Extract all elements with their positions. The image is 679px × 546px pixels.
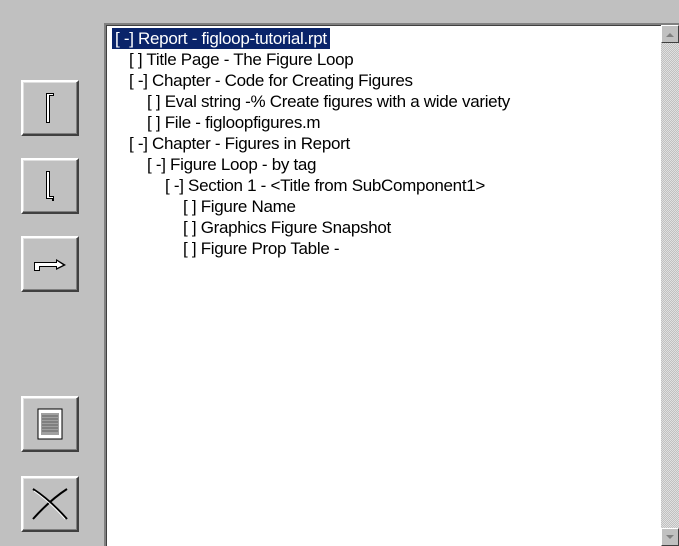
tree-item[interactable]: [ -] Section 1 - <Title from SubComponen… — [110, 175, 657, 196]
properties-button[interactable] — [21, 396, 79, 452]
tree-item-label: [ -] Report - figloop-tutorial.rpt — [112, 28, 330, 49]
tree-item[interactable]: [ -] Report - figloop-tutorial.rpt — [110, 28, 657, 49]
tree-item-label: [ ] File - figloopfigures.m — [147, 113, 321, 132]
tree-item[interactable]: [ -] Chapter - Code for Creating Figures — [110, 70, 657, 91]
move-down-icon — [46, 171, 54, 201]
move-up-icon — [46, 93, 54, 123]
tree-item[interactable]: [ ] Figure Prop Table - — [110, 238, 657, 259]
indent-button[interactable] — [21, 236, 79, 292]
report-tree: [ -] Report - figloop-tutorial.rpt[ ] Ti… — [110, 28, 657, 259]
tree-item[interactable]: [ -] Chapter - Figures in Report — [110, 133, 657, 154]
outline-toolbar — [0, 0, 98, 546]
report-outline-list[interactable]: [ -] Report - figloop-tutorial.rpt[ ] Ti… — [104, 23, 679, 546]
delete-icon — [32, 488, 68, 520]
scroll-down-icon — [666, 534, 674, 539]
scroll-up-button[interactable] — [661, 25, 679, 43]
tree-item-label: [ ] Figure Prop Table - — [183, 239, 340, 258]
tree-item[interactable]: [ ] Title Page - The Figure Loop — [110, 49, 657, 70]
tree-item[interactable]: [ -] Figure Loop - by tag — [110, 154, 657, 175]
tree-item-label: [ ] Eval string -% Create figures with a… — [147, 92, 510, 111]
delete-button[interactable] — [21, 476, 79, 532]
properties-icon — [37, 408, 63, 440]
tree-item-label: [ ] Graphics Figure Snapshot — [183, 218, 391, 237]
tree-item[interactable]: [ ] Graphics Figure Snapshot — [110, 217, 657, 238]
move-up-button[interactable] — [21, 80, 79, 136]
tree-item-label: [ ] Title Page - The Figure Loop — [129, 50, 354, 69]
scroll-up-icon — [666, 32, 674, 37]
scroll-down-button[interactable] — [661, 528, 679, 546]
tree-item[interactable]: [ ] File - figloopfigures.m — [110, 112, 657, 133]
tree-item-label: [ ] Figure Name — [183, 197, 296, 216]
tree-item-label: [ -] Section 1 - <Title from SubComponen… — [165, 176, 486, 195]
tree-item[interactable]: [ ] Figure Name — [110, 196, 657, 217]
indent-icon — [34, 259, 66, 271]
vertical-scrollbar[interactable] — [661, 25, 679, 546]
tree-item[interactable]: [ ] Eval string -% Create figures with a… — [110, 91, 657, 112]
tree-item-label: [ -] Chapter - Figures in Report — [129, 134, 350, 153]
tree-item-label: [ -] Chapter - Code for Creating Figures — [129, 71, 413, 90]
move-down-button[interactable] — [21, 158, 79, 214]
tree-item-label: [ -] Figure Loop - by tag — [147, 155, 317, 174]
